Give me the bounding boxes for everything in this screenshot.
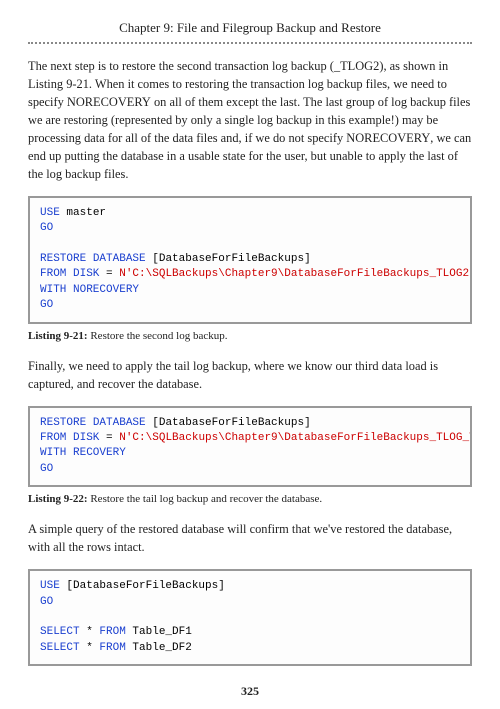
listing-9-21-caption: Listing 9-21: Restore the second log bac… xyxy=(28,330,472,342)
kw-restore: RESTORE xyxy=(40,253,86,265)
chapter-header: Chapter 9: File and Filegroup Backup and… xyxy=(28,20,472,44)
kw-use: USE xyxy=(40,207,60,219)
paragraph-tail-log: Finally, we need to apply the tail log b… xyxy=(28,358,472,394)
kw-go: GO xyxy=(40,222,53,234)
code-listing-9-21: USE master GO RESTORE DATABASE [Database… xyxy=(28,196,472,324)
kw-go: GO xyxy=(40,596,53,608)
paragraph-intro: The next step is to restore the second t… xyxy=(28,58,472,184)
code-text: master xyxy=(60,207,106,219)
kw-disk: DISK xyxy=(66,268,99,280)
kw-select: SELECT xyxy=(40,642,80,654)
paragraph-query: A simple query of the restored database … xyxy=(28,521,472,557)
kw-from: FROM xyxy=(99,642,125,654)
kw-disk: DISK xyxy=(66,432,99,444)
kw-norecovery: NORECOVERY xyxy=(66,284,139,296)
code-text: [DatabaseForFileBackups] xyxy=(146,253,311,265)
kw-from: FROM xyxy=(40,432,66,444)
code-text: = xyxy=(99,268,119,280)
listing-9-22-caption: Listing 9-22: Restore the tail log backu… xyxy=(28,493,472,505)
listing-text: Restore the tail log backup and recover … xyxy=(90,493,322,505)
code-path: N'C:\SQLBackups\Chapter9\DatabaseForFile… xyxy=(119,432,472,444)
kw-go: GO xyxy=(40,463,53,475)
code-text: * xyxy=(80,626,100,638)
kw-from: FROM xyxy=(99,626,125,638)
listing-label: Listing 9-22: xyxy=(28,493,90,505)
tlog2-ref: _TLOG2 xyxy=(334,59,379,73)
kw-database: DATABASE xyxy=(86,253,145,265)
code-text: [DatabaseForFileBackups] xyxy=(60,580,225,592)
code-path: N'C:\SQLBackups\Chapter9\DatabaseForFile… xyxy=(119,268,472,280)
kw-go: GO xyxy=(40,299,53,311)
kw-from: FROM xyxy=(40,268,66,280)
code-text: Table_DF2 xyxy=(126,642,192,654)
page-number: 325 xyxy=(28,684,472,699)
code-text: Table_DF1 xyxy=(126,626,192,638)
norecovery-ref: NORECOVERY xyxy=(67,95,151,109)
listing-text: Restore the second log backup. xyxy=(90,330,227,342)
kw-with: WITH xyxy=(40,447,66,459)
kw-use: USE xyxy=(40,580,60,592)
code-text: * xyxy=(80,642,100,654)
kw-restore: RESTORE xyxy=(40,417,86,429)
norecovery-ref2: NORECOVERY xyxy=(346,131,430,145)
code-text: [DatabaseForFileBackups] xyxy=(146,417,311,429)
p1-text: The next step is to restore the second t… xyxy=(28,59,334,73)
kw-with: WITH xyxy=(40,284,66,296)
kw-select: SELECT xyxy=(40,626,80,638)
kw-database: DATABASE xyxy=(86,417,145,429)
listing-label: Listing 9-21: xyxy=(28,330,90,342)
code-query-block: USE [DatabaseForFileBackups] GO SELECT *… xyxy=(28,569,472,666)
code-text: = xyxy=(99,432,119,444)
code-listing-9-22: RESTORE DATABASE [DatabaseForFileBackups… xyxy=(28,406,472,488)
kw-recovery: RECOVERY xyxy=(66,447,125,459)
